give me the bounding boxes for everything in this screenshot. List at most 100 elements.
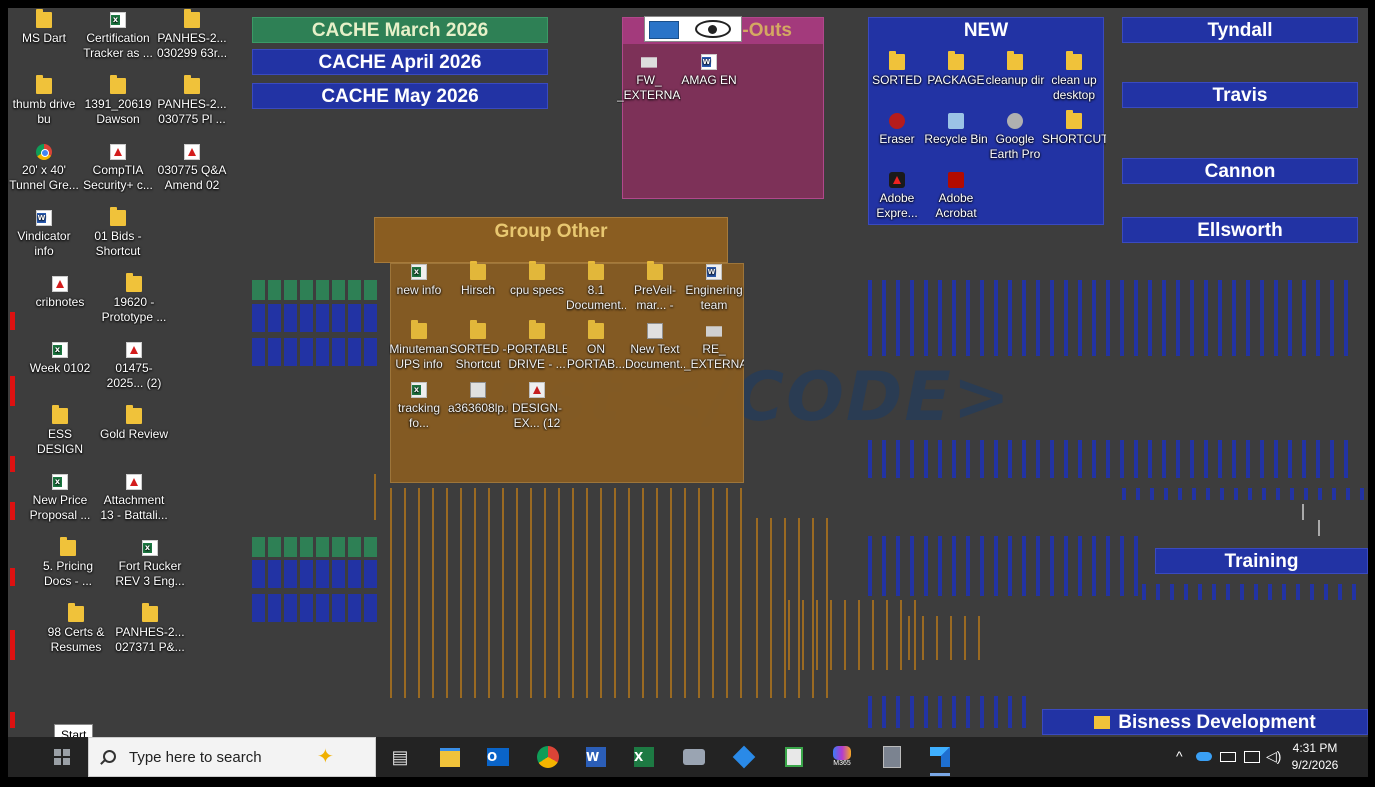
fence-work-due-outs[interactable]: Work Due-Outs FW_ _EXTERNA...AMAG EN — [617, 17, 824, 199]
desktop-shortcut[interactable]: PANHES-2... 027371 P&... — [114, 603, 186, 655]
desktop-shortcut[interactable]: Enginering team — [684, 264, 744, 313]
camera-icon[interactable] — [680, 743, 708, 771]
fence-cannon[interactable]: Cannon — [1122, 158, 1358, 184]
active-app-icon[interactable] — [926, 743, 954, 776]
desktop-shortcut[interactable]: Hirsch — [448, 261, 508, 298]
desktop-shortcut[interactable]: 19620 - Prototype ... — [98, 273, 170, 325]
desktop-shortcut[interactable]: tracking fo... — [389, 382, 449, 431]
desktop-shortcut[interactable]: 1391_20619 Dawson Do... — [82, 75, 154, 127]
desktop[interactable]: Just </CODE> CACHE March 2026 CACHE Apri… — [8, 8, 1368, 737]
desktop-shortcut[interactable]: ON PORTAB... — [566, 320, 626, 372]
desktop-shortcut[interactable]: 5. Pricing Docs - ... — [32, 537, 104, 589]
desktop-shortcut[interactable]: New Price Proposal ... — [24, 474, 96, 523]
fence-cache-march[interactable]: CACHE March 2026 — [252, 17, 548, 43]
desktop-shortcut[interactable]: Minuteman UPS info — [389, 320, 449, 372]
desktop-shortcut[interactable]: PreVeil-mar... - Shortcut — [625, 261, 685, 313]
desktop-shortcut[interactable]: SORTED - Shortcut — [448, 320, 508, 372]
desktop-shortcut[interactable]: MS Dart — [8, 9, 80, 46]
calculator-icon[interactable] — [878, 743, 906, 771]
desktop-shortcut[interactable]: FW_ _EXTERNA... — [617, 54, 681, 103]
fence-cache-april[interactable]: CACHE April 2026 — [252, 49, 548, 75]
desktop-shortcut[interactable]: New Text Document... — [625, 323, 685, 372]
collapsed-fence-stripe — [1344, 280, 1348, 356]
desktop-shortcut[interactable]: clean up desktop — [1042, 51, 1106, 103]
desktop-shortcut[interactable]: Google Earth Pro — [983, 113, 1047, 162]
desktop-shortcut[interactable]: Vindicator info — [8, 210, 80, 259]
desktop-shortcut[interactable]: thumb drive bu — [8, 75, 80, 127]
desktop-shortcut[interactable]: cpu specs — [507, 261, 567, 298]
desktop-shortcut[interactable]: DESIGN-EX... (12 Mar 24) — [507, 382, 567, 431]
network-icon[interactable] — [1244, 751, 1260, 763]
excel-icon[interactable]: X — [630, 743, 658, 771]
file-explorer-icon[interactable] — [436, 743, 464, 771]
desktop-shortcut[interactable]: PACKAGE — [924, 51, 988, 88]
collapsed-fence-stripe — [614, 488, 616, 698]
taskbar-search-box[interactable]: Type here to search ✦ — [88, 737, 376, 777]
outlook-icon[interactable]: O — [484, 743, 512, 771]
fence-title[interactable]: NEW — [869, 18, 1103, 44]
m365-copilot-icon[interactable]: M365 — [828, 743, 856, 771]
desktop-shortcut[interactable]: Fort Rucker REV 3 Eng... — [114, 540, 186, 589]
fence-new[interactable]: NEW SORTED PACKAGE cleanup dir clean up des… — [865, 17, 1106, 225]
desktop-shortcut[interactable]: Certification Tracker as ... — [82, 12, 154, 61]
desktop-shortcut[interactable]: Adobe Expre... — [865, 172, 929, 221]
desktop-shortcut[interactable]: Recycle Bin — [924, 113, 988, 147]
collapsed-fence-stripe — [268, 537, 281, 557]
desktop-shortcut[interactable]: Gold Review — [98, 405, 170, 442]
volume-icon[interactable]: ◁) — [1266, 748, 1281, 765]
desktop-shortcut[interactable]: PANHES-2... 030775 Pl ... — [156, 75, 228, 127]
fence-tyndall[interactable]: Tyndall — [1122, 17, 1358, 43]
desktop-shortcut[interactable]: cleanup dir — [983, 51, 1047, 88]
desktop-shortcut[interactable]: a363608lp.stp — [448, 382, 508, 416]
task-view-icon[interactable]: ▤ — [386, 743, 414, 771]
desktop-shortcut[interactable]: cribnotes — [24, 276, 96, 310]
desktop-shortcut[interactable]: 8.1 Document... — [566, 261, 626, 313]
fence-group-other-header[interactable]: Group Other — [374, 217, 728, 263]
desktop-shortcut[interactable]: 20' x 40' Tunnel Gre... — [8, 144, 80, 193]
collapsed-fence-stripe — [924, 440, 928, 478]
desktop-shortcut[interactable]: CompTIA Security+ c... — [82, 144, 154, 193]
collapsed-fence-stripe — [882, 696, 886, 728]
desktop-shortcut[interactable]: 01 Bids - Shortcut — [82, 207, 154, 259]
onedrive-cloud-icon[interactable] — [1196, 752, 1212, 761]
collapsed-fence-stripe — [284, 304, 297, 332]
collapsed-fence-stripe — [1218, 440, 1222, 478]
fence-training[interactable]: Training — [1155, 548, 1368, 574]
desktop-shortcut[interactable]: Attachment 13 - Battali... — [98, 474, 170, 523]
desktop-shortcut[interactable]: 030775 Q&A Amend 02 — [156, 144, 228, 193]
fence-bisness-development[interactable]: Bisness Development — [1042, 709, 1368, 735]
collapsed-fence-stripe — [1092, 440, 1096, 478]
camera-scanner-widget[interactable] — [644, 16, 742, 42]
collapsed-fence-stripe — [868, 440, 872, 478]
battery-icon[interactable] — [1220, 752, 1236, 762]
desktop-shortcut[interactable]: 98 Certs & Resumes — [40, 603, 112, 655]
desktop-shortcut[interactable]: Week 0102 — [24, 342, 96, 376]
chrome-icon[interactable] — [534, 743, 562, 771]
security-icon[interactable] — [730, 743, 758, 771]
desktop-shortcut[interactable]: RE_ _EXTERNA... — [684, 323, 744, 372]
qr-scanner-icon[interactable] — [780, 743, 808, 771]
copilot-sparkle-icon[interactable]: ✦ — [317, 744, 334, 769]
collapsed-fence-stripe — [1232, 440, 1236, 478]
show-hidden-icons-chevron-icon[interactable]: ^ — [1176, 748, 1183, 764]
desktop-shortcut[interactable]: 01475-2025... (2) — [98, 342, 170, 391]
folder-icon — [889, 51, 905, 70]
desktop-shortcut[interactable]: SORTED — [865, 51, 929, 88]
fence-cache-may[interactable]: CACHE May 2026 — [252, 83, 548, 109]
fence-group-other[interactable]: new info Hirsch cpu specs8.1 Document...Pr… — [389, 261, 744, 483]
desktop-shortcut[interactable]: AMAG EN — [677, 54, 741, 88]
desktop-shortcut[interactable]: ESS DESIGN — [24, 405, 96, 457]
fence-travis[interactable]: Travis — [1122, 82, 1358, 108]
collapsed-fence-stripe — [1134, 536, 1138, 596]
fence-title[interactable]: Group Other — [375, 218, 727, 246]
desktop-shortcut[interactable]: new info — [389, 264, 449, 298]
desktop-shortcut[interactable]: Eraser — [865, 113, 929, 147]
desktop-shortcut[interactable]: SHORTCUTS — [1042, 110, 1106, 147]
desktop-shortcut[interactable]: PANHES-2... 030299 63r... — [156, 9, 228, 61]
start-button[interactable] — [8, 737, 88, 777]
desktop-shortcut[interactable]: PORTABLE DRIVE - ... — [507, 320, 567, 372]
word-icon[interactable]: W — [582, 743, 610, 771]
desktop-shortcut[interactable]: Adobe Acrobat — [924, 172, 988, 221]
taskbar-clock[interactable]: 4:31 PM 9/2/2026 — [1283, 740, 1347, 774]
fence-ellsworth[interactable]: Ellsworth — [1122, 217, 1358, 243]
